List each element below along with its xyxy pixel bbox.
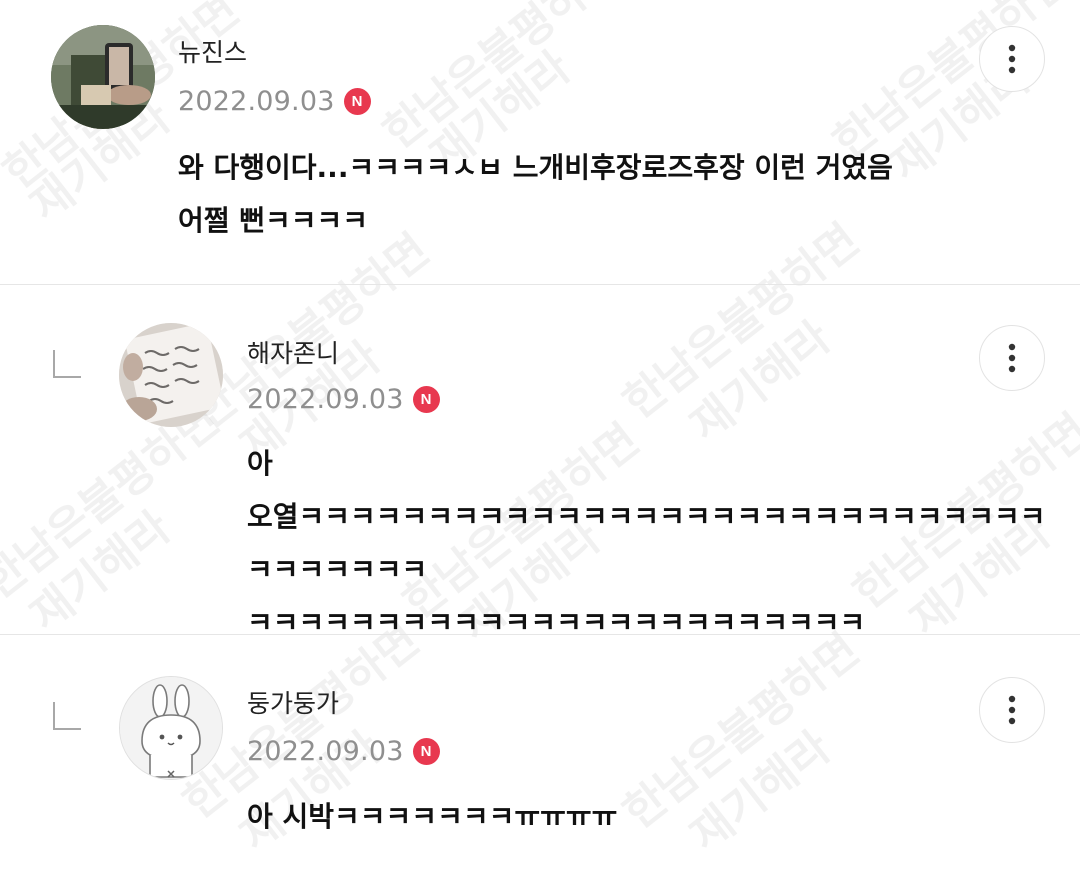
comment-text: 아 시박ㅋㅋㅋㅋㅋㅋㅋㅠㅠㅠㅠ [247,800,618,833]
comment-item: 뉴진스 2022.09.03 N 와 다행이다...ㅋㅋㅋㅋㅅㅂ 느개비후장로즈… [0,0,1080,284]
new-badge: N [343,88,371,115]
comment-text: 아 오열ㅋㅋㅋㅋㅋㅋㅋㅋㅋㅋㅋㅋㅋㅋㅋㅋㅋㅋㅋㅋㅋㅋㅋㅋㅋㅋㅋㅋㅋㅋㅋㅋㅋㅋㅋㅋ… [247,447,1046,639]
comment-date: 2022.09.03 [247,736,404,767]
comment-text: 와 다행이다...ㅋㅋㅋㅋㅅㅂ 느개비후장로즈후장 이런 거였음 어쩔 뻔ㅋㅋㅋ… [178,151,893,237]
author-avatar[interactable] [119,323,223,427]
author-avatar[interactable] [119,676,223,780]
more-vertical-icon [1008,44,1016,74]
more-options-button[interactable] [979,26,1045,92]
reply-arrow-icon [53,702,81,730]
handwritten-note-avatar-icon [119,323,223,427]
reply-comment-item: 해자존니 2022.09.03 N 아 오열ㅋㅋㅋㅋㅋㅋㅋㅋㅋㅋㅋㅋㅋㅋㅋㅋㅋㅋ… [0,285,1080,639]
author-name[interactable]: 둥가둥가 [247,691,339,716]
author-avatar[interactable] [51,25,155,129]
photo-avatar-icon [51,25,155,129]
reply-comment-item: 둥가둥가 2022.09.03 N 아 시박ㅋㅋㅋㅋㅋㅋㅋㅠㅠㅠㅠ [0,635,1080,878]
author-name[interactable]: 해자존니 [247,341,339,366]
more-options-button[interactable] [979,677,1045,743]
author-name[interactable]: 뉴진스 [178,40,247,65]
bunny-avatar-icon [120,677,222,779]
comment-meta: 2022.09.03 N [178,88,371,115]
more-vertical-icon [1008,343,1016,373]
new-badge: N [412,386,440,413]
new-badge: N [412,738,440,765]
comment-date: 2022.09.03 [247,384,404,415]
comment-meta: 2022.09.03 N [247,738,440,765]
comment-date: 2022.09.03 [178,86,335,117]
comment-meta: 2022.09.03 N [247,386,440,413]
more-options-button[interactable] [979,325,1045,391]
reply-arrow-icon [53,350,81,378]
more-vertical-icon [1008,695,1016,725]
